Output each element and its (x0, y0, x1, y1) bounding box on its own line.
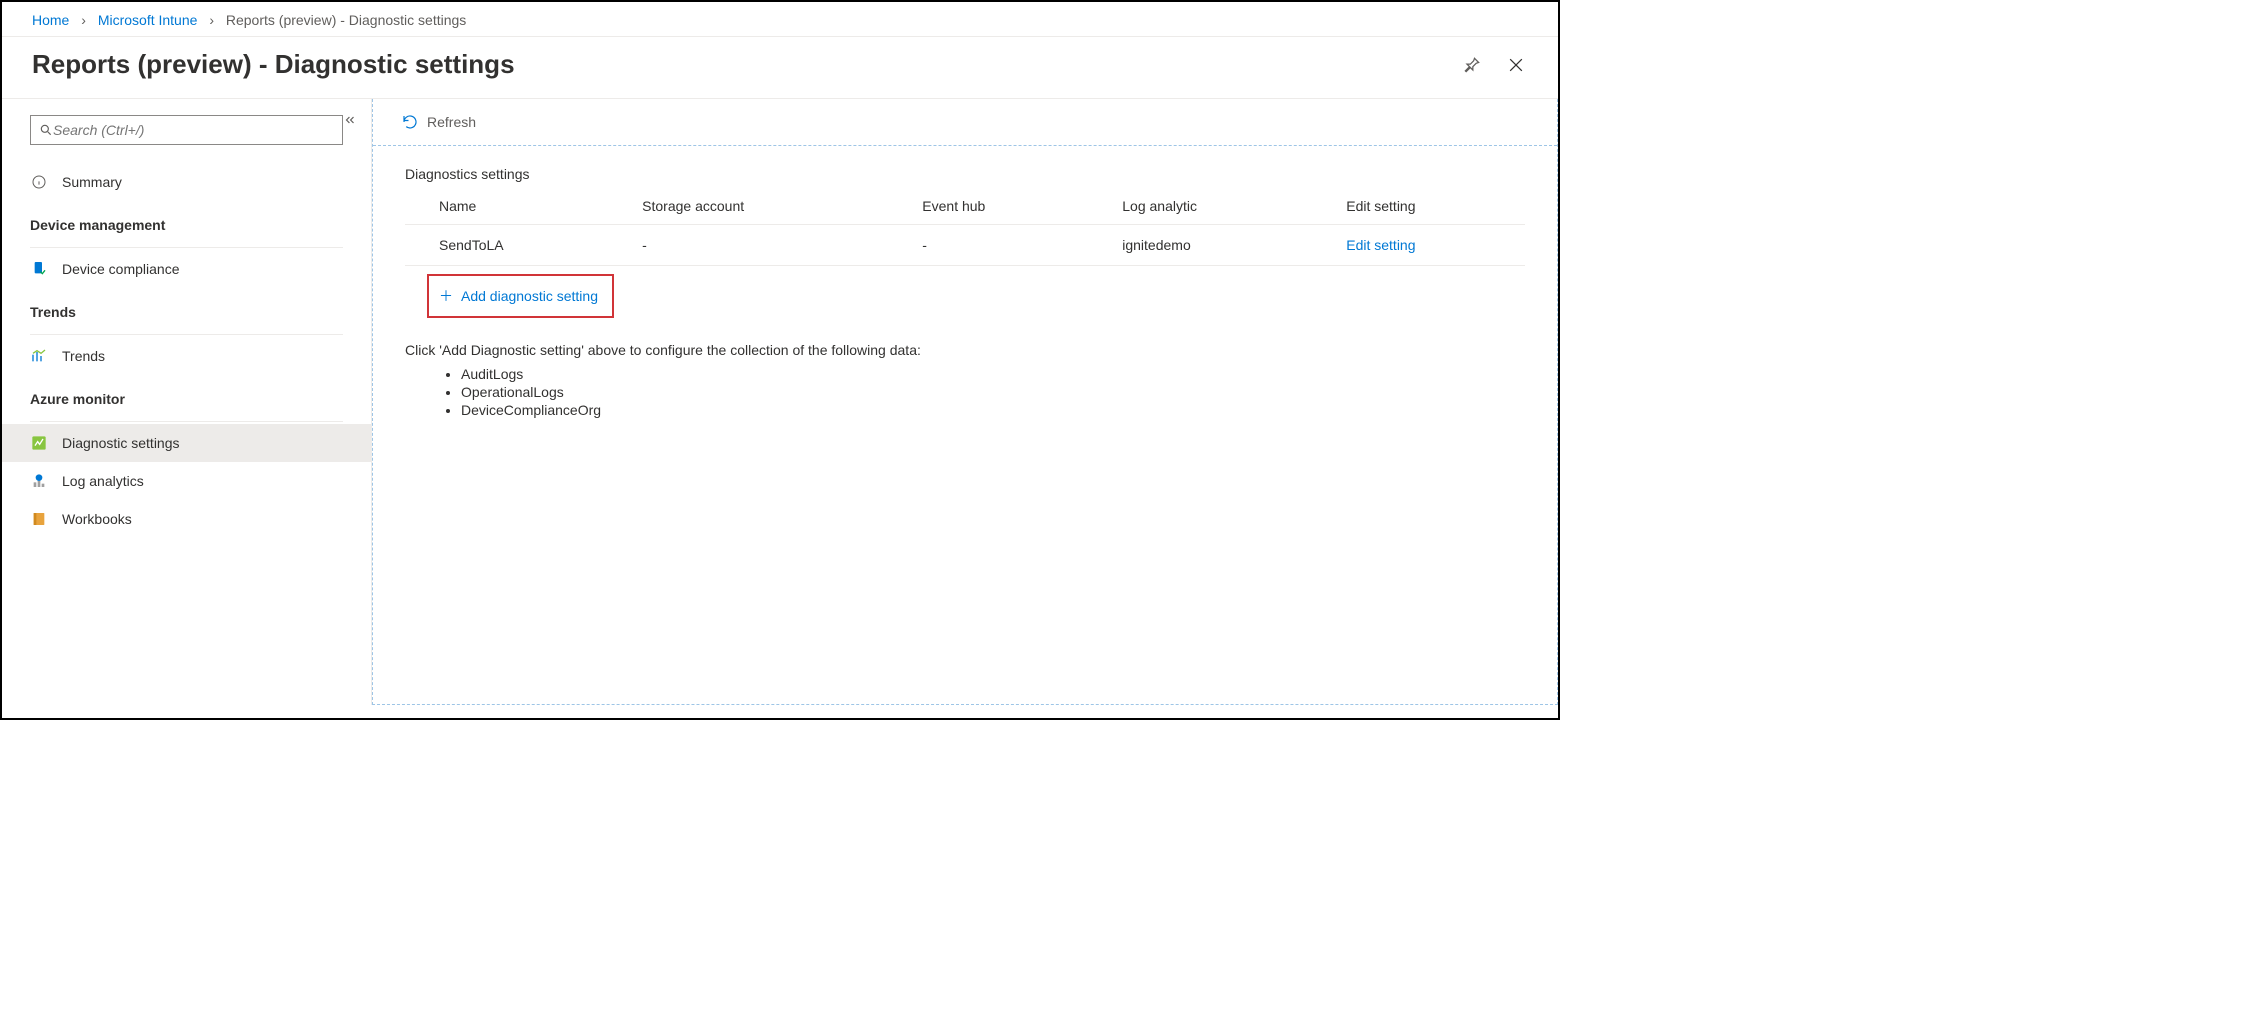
workbooks-icon (30, 510, 48, 528)
sidebar-item-label: Workbooks (62, 511, 132, 527)
breadcrumb-home[interactable]: Home (32, 12, 69, 28)
hint-text: Click 'Add Diagnostic setting' above to … (405, 342, 1525, 358)
add-diagnostic-label: Add diagnostic setting (461, 288, 598, 304)
sidebar-group-trends: Trends (2, 288, 371, 328)
sidebar-item-summary[interactable]: Summary (2, 163, 371, 201)
collapse-sidebar-button[interactable] (343, 113, 357, 130)
col-eventhub: Event hub (888, 188, 1088, 225)
sidebar: Summary Device management Device complia… (2, 99, 372, 705)
page-header: Reports (preview) - Diagnostic settings (2, 37, 1558, 99)
refresh-icon (401, 113, 419, 131)
edit-setting-link[interactable]: Edit setting (1312, 225, 1525, 266)
search-icon (39, 123, 53, 137)
sidebar-group-device-management: Device management (2, 201, 371, 241)
pin-icon (1462, 55, 1482, 75)
content-area: Refresh Diagnostics settings Name Storag… (372, 99, 1558, 705)
sidebar-item-diagnostic-settings[interactable]: Diagnostic settings (2, 424, 371, 462)
sidebar-item-label: Device compliance (62, 261, 180, 277)
pin-button[interactable] (1458, 51, 1486, 79)
trends-icon (30, 347, 48, 365)
col-storage: Storage account (608, 188, 888, 225)
info-icon (30, 173, 48, 191)
table-row: SendToLA - - ignitedemo Edit setting (405, 225, 1525, 266)
sidebar-item-label: Log analytics (62, 473, 144, 489)
diag-icon (30, 434, 48, 452)
breadcrumb-intune[interactable]: Microsoft Intune (98, 12, 198, 28)
sidebar-item-label: Summary (62, 174, 122, 190)
breadcrumb-sep: › (81, 12, 86, 28)
sidebar-item-label: Trends (62, 348, 105, 364)
page-title: Reports (preview) - Diagnostic settings (32, 49, 515, 80)
breadcrumb: Home › Microsoft Intune › Reports (previ… (2, 2, 1558, 37)
cell-name: SendToLA (405, 225, 608, 266)
device-icon (30, 260, 48, 278)
search-input[interactable] (53, 122, 334, 138)
data-types-list: AuditLogs OperationalLogs DeviceComplian… (461, 366, 1525, 418)
col-log: Log analytic (1088, 188, 1312, 225)
cell-log: ignitedemo (1088, 225, 1312, 266)
chevron-double-left-icon (343, 113, 357, 127)
sidebar-item-trends[interactable]: Trends (2, 337, 371, 375)
close-button[interactable] (1502, 51, 1530, 79)
col-edit: Edit setting (1312, 188, 1525, 225)
sidebar-item-device-compliance[interactable]: Device compliance (2, 250, 371, 288)
list-item: OperationalLogs (461, 384, 1525, 400)
sidebar-item-label: Diagnostic settings (62, 435, 180, 451)
divider (30, 421, 343, 422)
refresh-label: Refresh (427, 114, 476, 130)
add-diagnostic-setting-button[interactable]: ＋ Add diagnostic setting (427, 274, 614, 318)
list-item: DeviceComplianceOrg (461, 402, 1525, 418)
cell-eventhub: - (888, 225, 1088, 266)
divider (30, 247, 343, 248)
col-name: Name (405, 188, 608, 225)
sidebar-item-workbooks[interactable]: Workbooks (2, 500, 371, 538)
search-box[interactable] (30, 115, 343, 145)
refresh-button[interactable]: Refresh (401, 113, 476, 131)
toolbar: Refresh (373, 99, 1557, 146)
diagnostics-table: Name Storage account Event hub Log analy… (405, 188, 1525, 266)
sidebar-item-log-analytics[interactable]: Log analytics (2, 462, 371, 500)
log-icon (30, 472, 48, 490)
cell-storage: - (608, 225, 888, 266)
list-item: AuditLogs (461, 366, 1525, 382)
divider (30, 334, 343, 335)
breadcrumb-sep: › (209, 12, 214, 28)
plus-icon: ＋ (439, 286, 453, 306)
sidebar-group-azure-monitor: Azure monitor (2, 375, 371, 415)
breadcrumb-current: Reports (preview) - Diagnostic settings (226, 12, 466, 28)
diagnostics-section-label: Diagnostics settings (405, 166, 1525, 182)
close-icon (1506, 55, 1526, 75)
